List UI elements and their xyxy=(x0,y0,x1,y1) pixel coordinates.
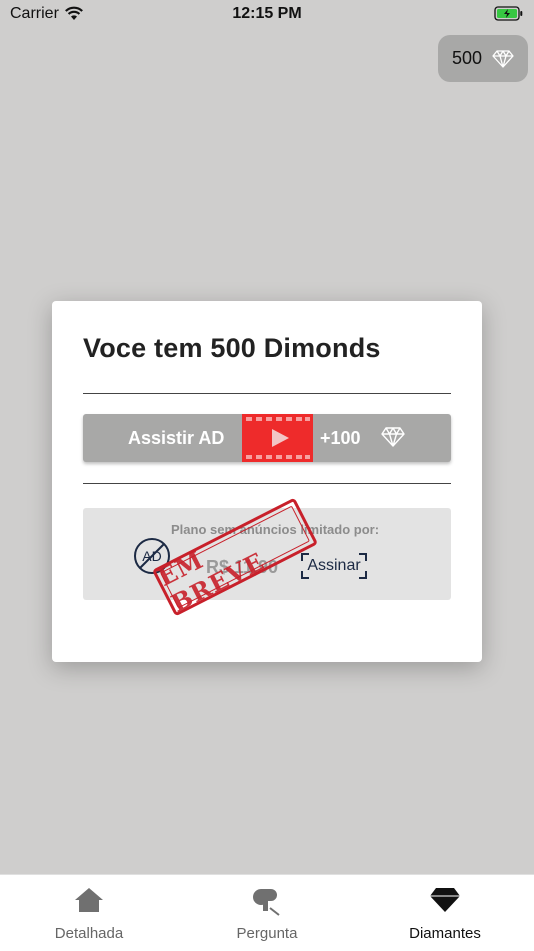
clock: 12:15 PM xyxy=(232,5,302,22)
diamond-icon xyxy=(492,49,514,68)
watch-ad-button[interactable]: Assistir AD +100 xyxy=(83,414,451,462)
reward-amount: +100 xyxy=(320,428,361,448)
home-icon xyxy=(0,887,178,913)
diamond-icon xyxy=(381,427,405,447)
tab-detalhada[interactable]: Detalhada xyxy=(0,875,178,951)
tab-bar: Detalhada Pergunta Diamantes xyxy=(0,874,534,951)
battery-icon xyxy=(494,6,524,26)
subscribe-label: Assinar xyxy=(307,557,361,574)
diamond-icon xyxy=(356,887,534,913)
tab-label: Pergunta xyxy=(236,925,298,942)
diamond-balance-value: 500 xyxy=(451,48,483,68)
tab-label: Diamantes xyxy=(409,925,481,942)
diamond-balance-button[interactable]: 500 xyxy=(438,35,528,82)
tab-diamantes[interactable]: Diamantes xyxy=(356,875,534,951)
watch-ad-label: Assistir AD xyxy=(128,428,225,448)
video-play-icon xyxy=(242,414,313,462)
subscribe-button[interactable]: Assinar xyxy=(301,553,367,579)
diamonds-dialog: Voce tem 500 Dimonds Assistir AD +100 AD… xyxy=(52,301,482,662)
status-bar: Carrier 12:15 PM xyxy=(0,0,534,28)
tab-pergunta[interactable]: Pergunta xyxy=(178,875,356,951)
dialog-title: Voce tem 500 Dimonds xyxy=(83,333,381,363)
divider xyxy=(83,483,451,484)
divider xyxy=(83,393,451,394)
tab-label: Detalhada xyxy=(54,925,124,942)
svg-text:AD: AD xyxy=(142,548,161,564)
question-icon xyxy=(178,887,356,917)
